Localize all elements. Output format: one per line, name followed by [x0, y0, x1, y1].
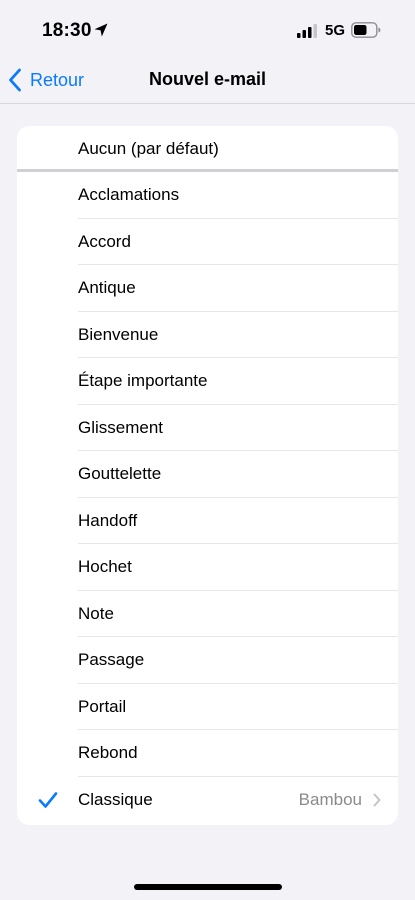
list-item-label: Classique: [78, 789, 153, 809]
chevron-right-icon: [373, 793, 381, 807]
list-item-label: Note: [78, 603, 114, 623]
list-item[interactable]: Étape importante: [17, 358, 398, 405]
list-item-label: Bienvenue: [78, 324, 159, 344]
checkmark-icon: [38, 791, 58, 808]
list-item[interactable]: Hochet: [17, 544, 398, 591]
list-item[interactable]: Antique: [17, 265, 398, 312]
list-item[interactable]: Accord: [17, 219, 398, 266]
list-item-label: Étape importante: [78, 371, 208, 391]
sound-list: Aucun (par défaut) Acclamations Accord A…: [17, 126, 398, 825]
list-item[interactable]: Note: [17, 591, 398, 638]
list-item[interactable]: Glissement: [17, 405, 398, 452]
list-item[interactable]: Passage: [17, 637, 398, 684]
cellular-signal-icon: [297, 24, 317, 38]
list-item-label: Aucun (par défaut): [78, 139, 219, 158]
location-arrow-icon: [94, 23, 108, 37]
list-item-label: Antique: [78, 278, 136, 298]
list-item[interactable]: Gouttelette: [17, 451, 398, 498]
list-item[interactable]: Rebond: [17, 730, 398, 777]
list-item-classic[interactable]: Classique Bambou: [17, 777, 398, 824]
list-item-label: Hochet: [78, 557, 132, 577]
list-item[interactable]: Acclamations: [17, 172, 398, 219]
selected-sound-value: Bambou: [298, 789, 362, 809]
list-item[interactable]: Bienvenue: [17, 312, 398, 359]
battery-icon: [351, 22, 381, 38]
list-item-label: Rebond: [78, 743, 138, 763]
list-item-label: Accord: [78, 231, 131, 251]
status-time: 18:30: [42, 20, 92, 41]
list-item[interactable]: Portail: [17, 684, 398, 731]
list-item[interactable]: Handoff: [17, 498, 398, 545]
list-item-label: Acclamations: [78, 185, 180, 205]
network-type: 5G: [325, 22, 346, 39]
list-item-label: Handoff: [78, 510, 138, 530]
page-title: Nouvel e-mail: [148, 69, 267, 89]
list-item-label: Gouttelette: [78, 464, 162, 484]
list-item-label: Portail: [78, 696, 127, 716]
list-item-default[interactable]: Aucun (par défaut): [17, 126, 398, 172]
home-indicator[interactable]: [134, 884, 282, 890]
navigation-bar: Retour Nouvel e-mail: [0, 56, 415, 104]
list-item-label: Passage: [78, 650, 145, 670]
list-item-label: Glissement: [78, 417, 164, 437]
status-bar: 18:30 5G: [0, 0, 415, 56]
